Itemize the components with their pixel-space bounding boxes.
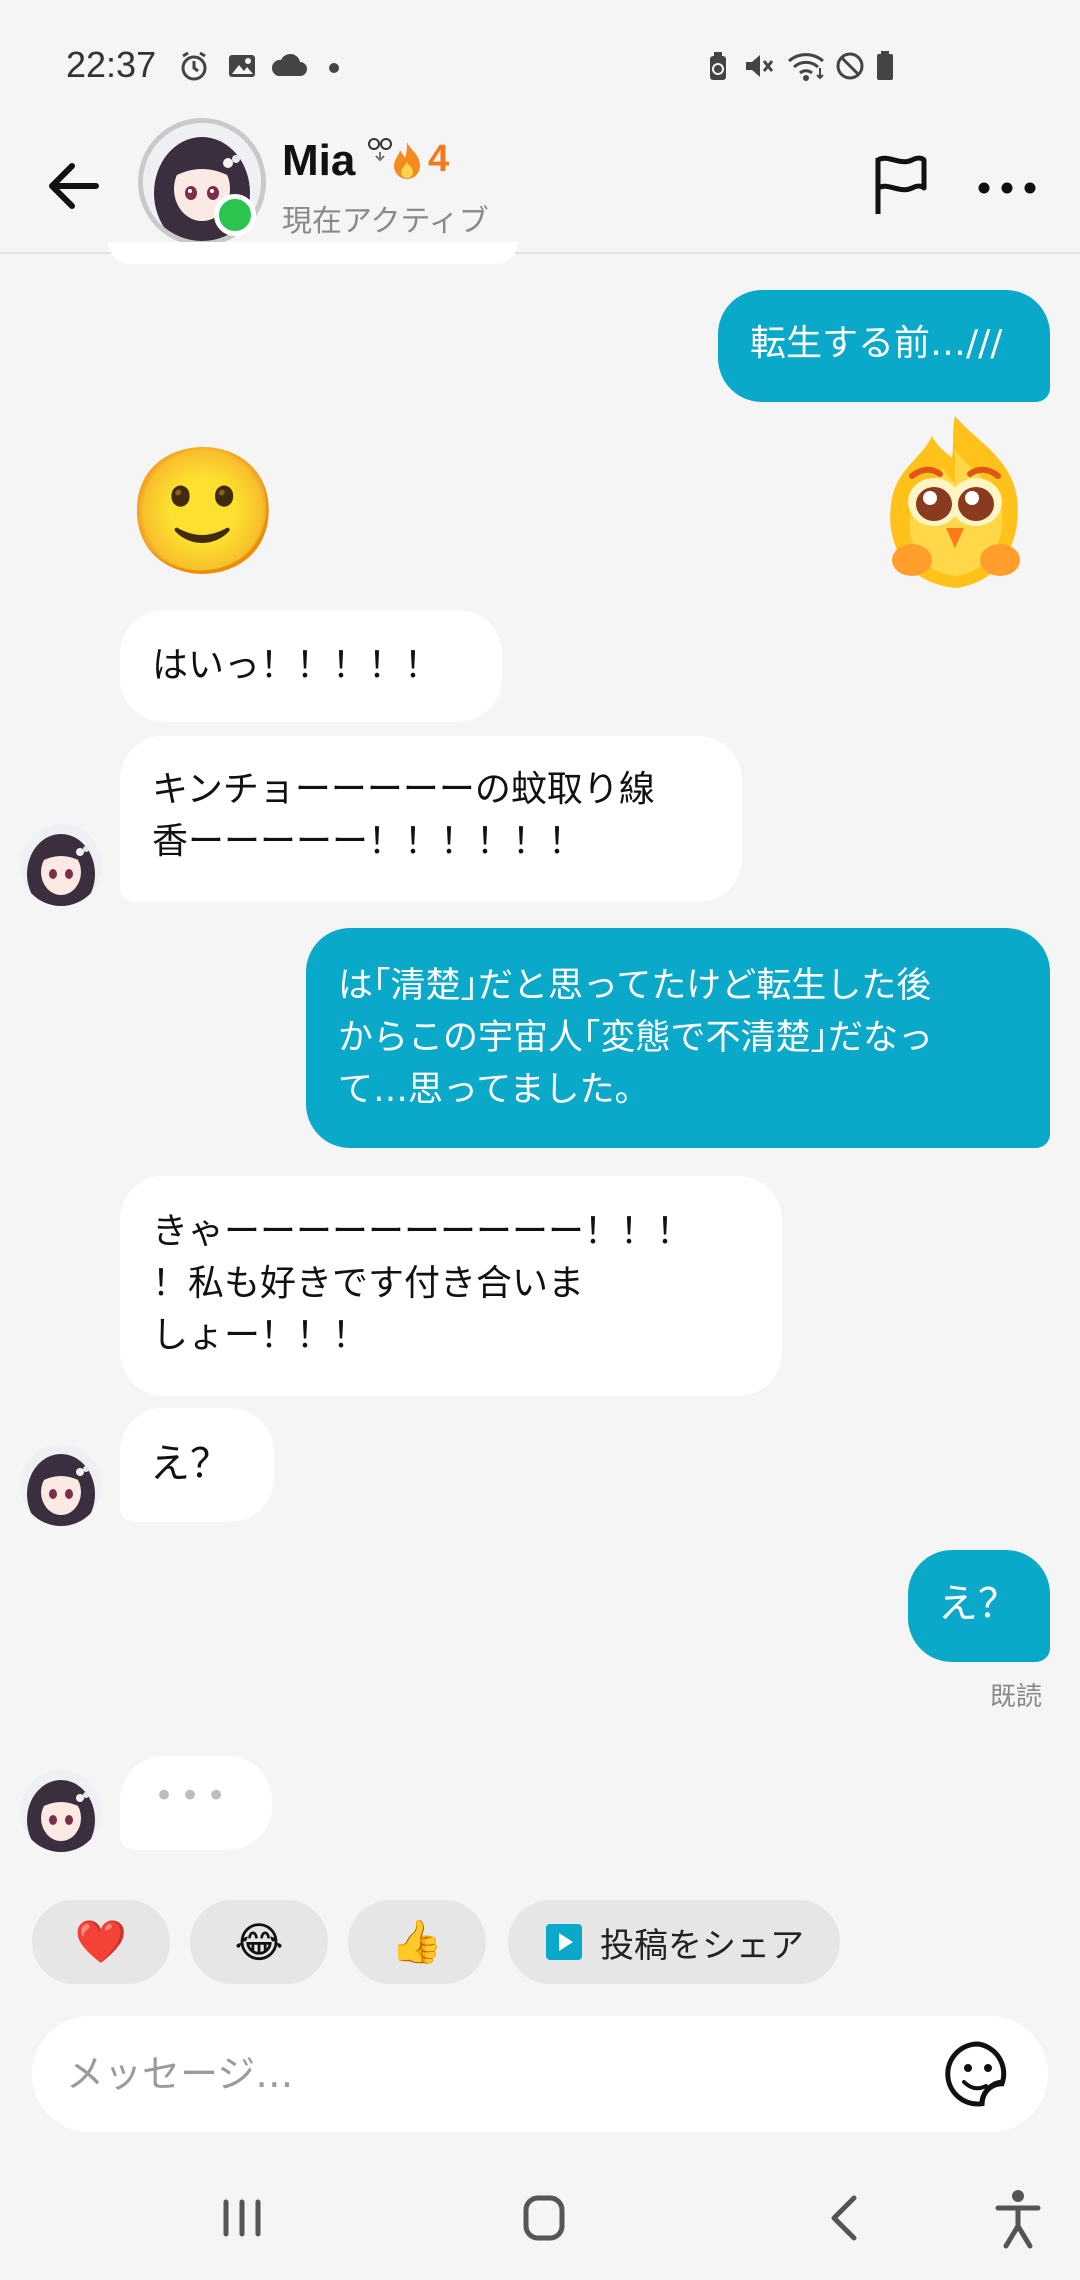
- play-icon: [546, 1924, 582, 1960]
- home-icon[interactable]: [504, 2186, 584, 2250]
- sender-avatar[interactable]: [20, 824, 102, 906]
- active-status-text: 現在アクティブ: [282, 204, 489, 239]
- message-bubble-outgoing[interactable]: 転生する前…///: [718, 290, 1050, 402]
- wifi-icon: [788, 53, 824, 81]
- message-text: え？: [938, 1581, 1018, 1627]
- mute-icon: [746, 55, 774, 77]
- back-arrow-icon[interactable]: [40, 152, 108, 220]
- flag-icon[interactable]: [868, 150, 934, 220]
- image-icon: [229, 55, 255, 77]
- message-bubble-outgoing[interactable]: は｢清楚｣だと思ってたけど転生した後 からこの宇宙人｢変態で不清楚｣だなっ て……: [306, 928, 1050, 1148]
- message-bubble-outgoing[interactable]: え？: [908, 1550, 1050, 1662]
- status-time: 22:37: [66, 44, 157, 85]
- streak-badge: 4: [390, 138, 449, 181]
- laughing-face-icon: 😂: [234, 1917, 284, 1967]
- dot-icon: [329, 63, 339, 73]
- sender-avatar[interactable]: [20, 1770, 102, 1852]
- alarm-icon: [181, 51, 207, 81]
- chat-header: Mia 4 現在アクティブ: [0, 118, 1080, 254]
- share-post-button[interactable]: 投稿をシェア: [508, 1900, 840, 1984]
- anime-avatar-image: [20, 824, 102, 906]
- more-options-icon[interactable]: [972, 158, 1042, 218]
- online-status-dot: [214, 194, 256, 236]
- message-text: え？: [150, 1441, 230, 1487]
- nav-back-icon[interactable]: [806, 2186, 886, 2250]
- message-bubble-incoming[interactable]: はいっ！！！！！: [120, 610, 502, 722]
- accessibility-icon[interactable]: [978, 2186, 1058, 2250]
- message-text: は｢清楚｣だと思ってたけど転生した後 からこの宇宙人｢変態で不清楚｣だなっ て……: [338, 966, 934, 1110]
- fire-character-sticker[interactable]: [872, 410, 1038, 600]
- anime-avatar-image: [20, 1770, 102, 1852]
- anime-avatar-image: [20, 1444, 102, 1526]
- message-bubble-incoming[interactable]: え？: [120, 1408, 274, 1522]
- battery-saver-icon: [710, 52, 726, 80]
- message-bubble-incoming[interactable]: きゃーーーーーーーーーー！！！ ！私も好きです付き合いま しょー！！！: [120, 1176, 782, 1396]
- partial-message-bubble: [108, 242, 518, 264]
- message-composer: [32, 2016, 1048, 2132]
- cloud-icon: [271, 53, 307, 76]
- quick-reaction-laugh[interactable]: 😂: [190, 1900, 328, 1984]
- typing-indicator: •••: [154, 1776, 233, 1816]
- battery-icon: [877, 51, 893, 80]
- message-bubble-incoming[interactable]: キンチョーーーーーの蚊取り線 香ーーーーー！！！！！！: [120, 736, 742, 902]
- message-text: キンチョーーーーーの蚊取り線 香ーーーーー！！！！！！: [152, 769, 655, 862]
- typing-indicator-bubble: •••: [120, 1756, 272, 1850]
- fire-icon: [394, 141, 420, 179]
- quick-reaction-heart[interactable]: ❤️: [32, 1900, 170, 1984]
- contact-name[interactable]: Mia: [282, 136, 355, 186]
- emoji-message[interactable]: 🙂: [126, 442, 280, 582]
- heart-icon: ❤️: [74, 1917, 128, 1966]
- message-input[interactable]: [66, 2038, 906, 2110]
- message-text: 転生する前…///: [750, 323, 1003, 364]
- message-text: きゃーーーーーーーーーー！！！ ！私も好きです付き合いま しょー！！！: [152, 1211, 693, 1356]
- sender-avatar[interactable]: [20, 1444, 102, 1526]
- sticker-icon[interactable]: [942, 2038, 1014, 2110]
- streak-count: 4: [428, 138, 450, 180]
- status-bar: 22:37: [0, 0, 1080, 130]
- recent-apps-icon[interactable]: [202, 2186, 282, 2250]
- read-receipt: 既読: [990, 1682, 1043, 1712]
- share-post-label: 投稿をシェア: [600, 1925, 804, 1966]
- quick-reaction-thumbs-up[interactable]: 👍: [348, 1900, 486, 1984]
- dnd-icon: [836, 52, 864, 80]
- thumbs-up-icon: 👍: [390, 1917, 444, 1966]
- message-text: はいっ！！！！！: [152, 645, 441, 686]
